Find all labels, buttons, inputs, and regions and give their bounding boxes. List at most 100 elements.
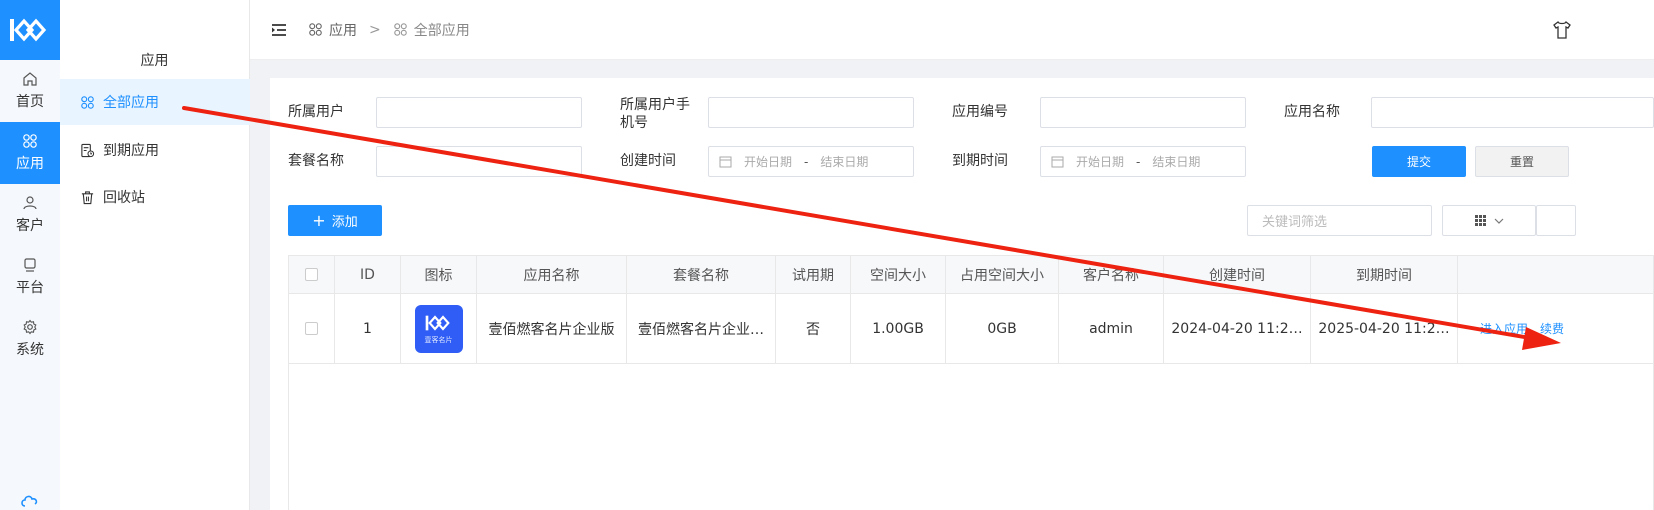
monitor-icon xyxy=(24,258,36,272)
rail-item-label: 系统 xyxy=(16,342,44,358)
cell-trial: 否 xyxy=(776,294,851,363)
apps-icon xyxy=(309,23,322,36)
rail-item-system[interactable]: 系统 xyxy=(0,308,60,370)
breadcrumb-level2: 全部应用 xyxy=(413,22,470,39)
app-logo-icon: 壹客名片 xyxy=(414,304,463,353)
cell-actions: 进入应用 续费 xyxy=(1458,294,1654,363)
home-icon xyxy=(23,72,37,86)
keyword-filter-input[interactable]: 关键词筛选 xyxy=(1247,205,1432,236)
export-button[interactable] xyxy=(1536,205,1576,236)
end-date-placeholder: 结束日期 xyxy=(1152,155,1201,169)
submenu-item-label: 回收站 xyxy=(103,190,145,206)
package-input[interactable] xyxy=(376,146,582,177)
app-code-input[interactable] xyxy=(1040,97,1246,128)
trash-icon xyxy=(81,190,94,204)
header-trial: 试用期 xyxy=(776,256,851,293)
expire-label: 到期时间 xyxy=(952,153,1008,169)
calendar-icon xyxy=(719,156,732,168)
end-date-placeholder: 结束日期 xyxy=(820,155,869,169)
package-label: 套餐名称 xyxy=(288,153,344,169)
renew-link[interactable]: 续费 xyxy=(1540,320,1564,337)
submenu-item-recycle-bin[interactable]: 回收站 xyxy=(60,174,250,220)
range-separator: - xyxy=(804,154,809,169)
header-package: 套餐名称 xyxy=(627,256,776,293)
start-date-placeholder: 开始日期 xyxy=(744,155,793,169)
submenu-title: 应用 xyxy=(140,53,169,69)
top-header: 应用 > 全部应用 xyxy=(250,0,1654,60)
rail-item-label: 首页 xyxy=(16,94,44,110)
rail-item-label: 应用 xyxy=(16,156,44,172)
user-icon xyxy=(23,196,37,210)
cell-created: 2024-04-20 11:2… xyxy=(1164,294,1311,363)
chevron-down-icon xyxy=(1494,218,1503,224)
rail-item-customers[interactable]: 客户 xyxy=(0,184,60,246)
table-header: ID 图标 应用名称 套餐名称 试用期 空间大小 占用空间大小 客户名称 创建时… xyxy=(289,256,1653,294)
cell-expire: 2025-04-20 11:2… xyxy=(1311,294,1458,363)
cloud-icon[interactable] xyxy=(20,490,40,510)
calendar-icon xyxy=(1051,156,1064,168)
app-name-input[interactable] xyxy=(1371,97,1654,128)
row-checkbox[interactable] xyxy=(305,322,318,335)
header-created: 创建时间 xyxy=(1164,256,1311,293)
created-date-range[interactable]: 开始日期 - 结束日期 xyxy=(708,146,914,177)
submenu-item-all-apps[interactable]: 全部应用 xyxy=(60,79,250,125)
add-button-label: 添加 xyxy=(331,215,358,230)
header-app-name: 应用名称 xyxy=(477,256,627,293)
row-select-cell xyxy=(289,294,335,363)
app-name-label: 应用名称 xyxy=(1284,104,1340,120)
range-separator: - xyxy=(1136,154,1141,169)
brand-logo[interactable] xyxy=(0,0,60,60)
theme-shirt-icon[interactable] xyxy=(1552,20,1572,40)
owner-label: 所属用户 xyxy=(288,104,344,120)
cell-package: 壹佰燃客名片企业… xyxy=(627,294,776,363)
plus-icon: + xyxy=(312,211,326,230)
table-row[interactable]: 1 壹客名片 壹佰燃客名片企业版 壹佰燃客名片企业… 否 1.00GB 0GB … xyxy=(289,294,1653,364)
logo-icon xyxy=(10,18,47,42)
header-id: ID xyxy=(335,256,401,293)
main-nav-rail: 首页 应用 客户 平台 系统 xyxy=(0,0,60,510)
columns-toggle-button[interactable] xyxy=(1442,205,1536,236)
owner-phone-input[interactable] xyxy=(708,97,914,128)
rail-item-apps[interactable]: 应用 xyxy=(0,122,60,184)
cell-customer: admin xyxy=(1059,294,1164,363)
submit-button[interactable]: 提交 xyxy=(1372,146,1466,177)
apps-icon xyxy=(393,23,407,36)
apps-table: ID 图标 应用名称 套餐名称 试用期 空间大小 占用空间大小 客户名称 创建时… xyxy=(288,255,1654,510)
rail-item-platform[interactable]: 平台 xyxy=(0,246,60,308)
content-card: 所属用户 所属用户手机号 应用编号 应用名称 套餐名称 创建时间 开始日期 - … xyxy=(270,78,1654,510)
cell-id: 1 xyxy=(335,294,401,363)
breadcrumb-level1[interactable]: 应用 xyxy=(329,20,357,40)
reset-button[interactable]: 重置 xyxy=(1475,146,1569,177)
rail-item-label: 客户 xyxy=(16,218,44,234)
menu-collapse-icon[interactable] xyxy=(270,21,288,39)
cell-icon: 壹客名片 xyxy=(401,294,477,363)
add-button[interactable]: + 添加 xyxy=(288,205,382,236)
expire-icon xyxy=(81,143,95,157)
owner-input[interactable] xyxy=(376,97,582,128)
select-all-cell xyxy=(289,256,335,293)
app-icon-caption: 壹客名片 xyxy=(424,335,453,344)
keyword-placeholder: 关键词筛选 xyxy=(1262,215,1328,230)
submenu-item-label: 全部应用 xyxy=(103,95,159,111)
app-code-label: 应用编号 xyxy=(952,104,1008,120)
apps-icon xyxy=(23,134,37,148)
header-actions xyxy=(1458,256,1654,293)
submenu-item-label: 到期应用 xyxy=(103,143,159,159)
header-icon: 图标 xyxy=(401,256,477,293)
select-all-checkbox[interactable] xyxy=(305,268,318,281)
rail-item-home[interactable]: 首页 xyxy=(0,60,60,122)
gear-icon xyxy=(23,319,37,335)
owner-phone-label: 所属用户手机号 xyxy=(620,97,690,131)
expire-date-range[interactable]: 开始日期 - 结束日期 xyxy=(1040,146,1246,177)
created-label: 创建时间 xyxy=(620,153,676,169)
cell-app-name: 壹佰燃客名片企业版 xyxy=(477,294,627,363)
cell-space: 1.00GB xyxy=(851,294,946,363)
apps-icon xyxy=(81,95,94,109)
breadcrumb: 应用 > 全部应用 xyxy=(308,20,470,40)
logo-icon xyxy=(425,314,450,331)
submenu-item-expired-apps[interactable]: 到期应用 xyxy=(60,127,250,173)
cell-used-space: 0GB xyxy=(946,294,1059,363)
enter-app-link[interactable]: 进入应用 xyxy=(1480,320,1528,337)
grid-icon xyxy=(1474,215,1486,226)
header-expire: 到期时间 xyxy=(1311,256,1458,293)
